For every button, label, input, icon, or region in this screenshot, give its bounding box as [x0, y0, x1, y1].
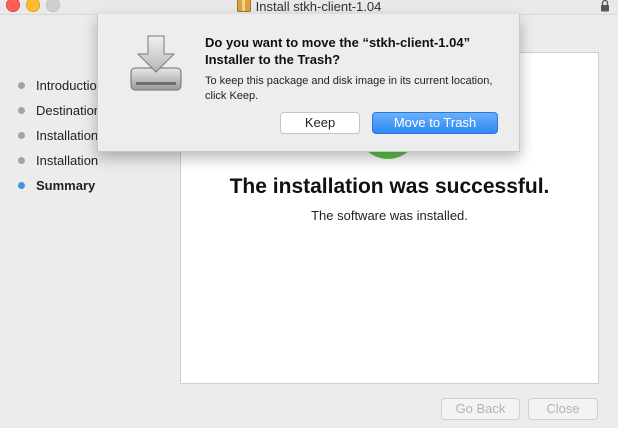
dialog-message: To keep this package and disk image in i…: [205, 75, 493, 102]
step-label: Summary: [36, 178, 96, 193]
window-title: Install stkh-client-1.04: [255, 0, 382, 14]
step-bullet: [18, 107, 25, 114]
keep-button[interactable]: Keep: [280, 112, 360, 134]
dialog-title: Do you want to move the “stkh-client-1.0…: [205, 35, 471, 67]
installer-icon: [130, 35, 182, 91]
step-bullet: [18, 132, 25, 139]
lock-icon: [601, 0, 609, 12]
window-title-area: Install stkh-client-1.04: [0, 0, 618, 14]
window-titlebar: Install stkh-client-1.04: [0, 0, 618, 15]
step-bullet-active: [18, 182, 25, 189]
success-message: The software was installed.: [311, 208, 468, 223]
go-back-button[interactable]: Go Back: [441, 398, 520, 420]
close-button[interactable]: Close: [528, 398, 598, 420]
step-label: Installation: [36, 153, 99, 168]
move-to-trash-button[interactable]: Move to Trash: [372, 112, 498, 134]
package-icon: [236, 0, 251, 12]
move-to-trash-dialog: Do you want to move the “stkh-client-1.0…: [97, 14, 520, 152]
step-label: Introduction: [36, 78, 104, 93]
step-bullet: [18, 157, 25, 164]
step-bullet: [18, 82, 25, 89]
success-headline: The installation was successful.: [229, 175, 550, 198]
